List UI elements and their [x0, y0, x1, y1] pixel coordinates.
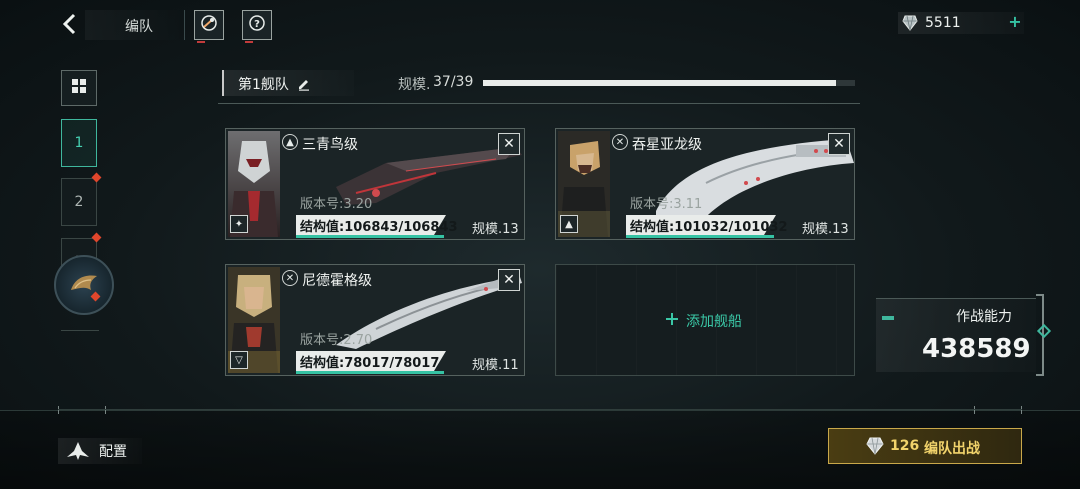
ship-card[interactable]: ✕ 尼德霍格级 ✕ 版本号:2.70 结构值:78017/78017 规模.11… — [225, 264, 525, 376]
deploy-label: 编队出战 — [924, 441, 980, 457]
ship-silhouette-icon — [66, 441, 90, 465]
ship-scale: 规模.13 — [472, 222, 519, 237]
crystal-icon — [902, 14, 918, 36]
structure-value: 结构值:106843/106843 — [300, 220, 458, 235]
currency-amount: 5511 — [925, 15, 961, 31]
ship-version: 版本号:2.70 — [300, 333, 373, 348]
page-title: 编队 — [125, 19, 153, 35]
divider — [58, 409, 1022, 410]
ship-type-icon: ✦ — [230, 215, 248, 233]
ship-class-icon: ▲ — [282, 134, 298, 150]
close-icon[interactable]: ✕ — [498, 133, 520, 155]
fleet-emblem-button[interactable] — [54, 255, 114, 315]
ship-card[interactable]: ▲ 三青鸟级 ✕ 版本号:3.20 结构值:106843/106843 规模.1… — [225, 128, 525, 240]
grid-icon — [71, 78, 87, 98]
structure-value: 结构值:78017/78017 — [300, 356, 440, 371]
ship-name: 三青鸟级 — [302, 137, 358, 153]
scale-label: 规模. — [398, 77, 431, 93]
help-button[interactable]: ? — [242, 10, 272, 43]
ship-name: 尼德霍格级 — [302, 273, 372, 289]
ship-version: 版本号:3.20 — [300, 197, 373, 212]
structure-value: 结构值:101032/101032 — [630, 220, 788, 235]
ship-name: 吞星亚龙级 — [632, 137, 702, 153]
close-icon[interactable]: ✕ — [498, 269, 520, 291]
fleet-tab-label: 2 — [74, 194, 84, 210]
ship-class-icon: ✕ — [612, 134, 628, 150]
rocket-icon — [200, 14, 218, 36]
bracket-decoration — [58, 406, 106, 414]
bracket-decoration — [974, 406, 1022, 414]
divider — [61, 330, 99, 331]
structure-line — [626, 235, 774, 238]
add-ship-label: 添加舰船 — [686, 314, 742, 330]
scale-value: 37/39 — [433, 74, 474, 90]
ship-class-icon: ✕ — [282, 270, 298, 286]
plus-icon[interactable]: + — [1007, 14, 1023, 30]
deploy-cost: 126 — [890, 438, 920, 454]
svg-text:?: ? — [254, 19, 260, 30]
help-icon: ? — [248, 14, 266, 36]
scale-progress-fill — [483, 80, 836, 86]
back-arrow-icon[interactable] — [60, 12, 80, 36]
ship-version: 版本号:3.11 — [630, 197, 703, 212]
config-label: 配置 — [99, 444, 127, 460]
close-icon[interactable]: ✕ — [828, 133, 850, 155]
fleet-tab-label: 1 — [74, 135, 84, 151]
grid-view-button[interactable] — [61, 70, 97, 106]
structure-line — [296, 235, 444, 238]
combat-power-label: 作战能力 — [956, 309, 1012, 325]
structure-line — [296, 371, 444, 374]
fleet-tab-2[interactable]: 2 — [61, 178, 97, 226]
crystal-icon — [866, 436, 884, 460]
fleet-tab-1[interactable]: 1 — [61, 119, 97, 167]
plus-icon — [664, 311, 680, 327]
combat-power-value: 438589 — [922, 334, 1031, 364]
ship-type-icon: ▽ — [230, 351, 248, 369]
fleet-name: 第1舰队 — [238, 77, 289, 93]
ship-scale: 规模.11 — [472, 358, 519, 373]
ship-scale: 规模.13 — [802, 222, 849, 237]
ship-card[interactable]: ✕ 吞星亚龙级 ✕ 版本号:3.11 结构值:101032/101032 规模.… — [555, 128, 855, 240]
rocket-button[interactable] — [194, 10, 224, 43]
header-divider — [218, 103, 860, 104]
ship-type-icon: ▲ — [560, 215, 578, 233]
accent-mark — [882, 316, 894, 320]
edit-icon[interactable] — [297, 76, 311, 95]
